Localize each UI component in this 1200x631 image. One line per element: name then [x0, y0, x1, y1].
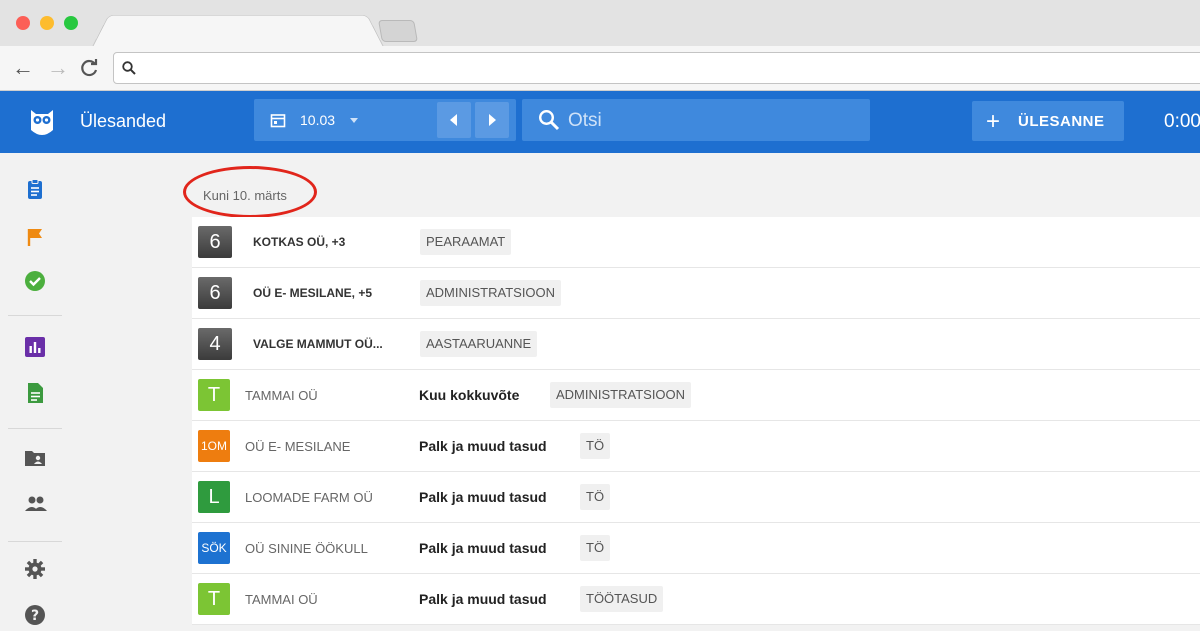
client-avatar-badge: 1OM — [198, 430, 230, 462]
task-row[interactable]: SÖK OÜ SININE ÖÖKULL Palk ja muud tasud … — [192, 523, 1200, 574]
chevron-right-icon — [489, 114, 496, 126]
client-avatar-badge: SÖK — [198, 532, 230, 564]
task-title: Palk ja muud tasud — [419, 540, 547, 556]
client-avatar-badge: T — [198, 583, 230, 615]
task-count-badge: 6 — [198, 226, 232, 258]
task-row[interactable]: 1OM OÜ E- MESILANE Palk ja muud tasud TÖ — [192, 421, 1200, 472]
bar-chart-icon[interactable] — [24, 336, 46, 358]
timer[interactable]: 0:00 — [1164, 111, 1200, 133]
task-category-tag[interactable]: PEARAAMAT — [420, 229, 512, 255]
task-category-tag[interactable]: ADMINISTRATSIOON — [420, 280, 562, 306]
sidebar-divider — [8, 541, 62, 542]
previous-date-button[interactable] — [437, 102, 471, 138]
flag-icon[interactable] — [24, 226, 46, 248]
people-icon[interactable] — [24, 493, 47, 515]
close-window-button[interactable] — [16, 16, 30, 30]
next-date-button[interactable] — [475, 102, 509, 138]
task-row[interactable]: 6 OÜ E- MESILANE, +5 ADMINISTRATSIOON — [192, 268, 1200, 319]
search-placeholder: Otsi — [568, 110, 602, 131]
help-icon[interactable]: ? — [24, 604, 46, 626]
task-title: Kuu kokkuvõte — [419, 387, 520, 403]
forward-arrow-icon[interactable]: → — [47, 57, 69, 79]
reload-icon[interactable] — [80, 58, 100, 83]
client-name: OÜ SININE ÖÖKULL — [245, 541, 368, 556]
sidebar-divider — [8, 428, 62, 429]
task-title: Palk ja muud tasud — [419, 489, 547, 505]
gear-icon[interactable] — [24, 558, 46, 580]
check-circle-icon[interactable] — [24, 270, 46, 292]
search-icon — [538, 109, 560, 136]
chevron-down-icon — [348, 113, 360, 131]
client-name: KOTKAS OÜ, +3 — [253, 235, 346, 249]
task-row[interactable]: T TAMMAI OÜ Kuu kokkuvõte ADMINISTRATSIO… — [192, 370, 1200, 421]
minimize-window-button[interactable] — [40, 16, 54, 30]
search-icon — [122, 61, 136, 80]
browser-tab[interactable] — [92, 14, 384, 47]
client-name: OÜ E- MESILANE, +5 — [253, 286, 373, 300]
plus-icon: + — [986, 108, 1001, 135]
task-category-tag[interactable]: TÖÖTASUD — [580, 586, 664, 612]
document-icon[interactable] — [24, 382, 46, 404]
back-arrow-icon[interactable]: ← — [12, 57, 34, 79]
client-name: LOOMADE FARM OÜ — [245, 490, 373, 505]
client-avatar-badge: T — [198, 379, 230, 411]
client-avatar-badge: L — [198, 481, 230, 513]
task-category-tag[interactable]: AASTAARUANNE — [420, 331, 538, 357]
new-tab-button[interactable] — [378, 20, 418, 42]
task-row[interactable]: 6 KOTKAS OÜ, +3 PEARAAMAT — [192, 217, 1200, 268]
task-category-tag[interactable]: TÖ — [580, 484, 611, 510]
task-title: Palk ja muud tasud — [419, 438, 547, 454]
task-count-badge: 4 — [198, 328, 232, 360]
task-category-tag[interactable]: ADMINISTRATSIOON — [550, 382, 692, 408]
client-name: TAMMAI OÜ — [245, 388, 318, 403]
zoom-window-button[interactable] — [64, 16, 78, 30]
app-title: Ülesanded — [80, 111, 167, 131]
svg-text:?: ? — [31, 608, 39, 624]
task-row[interactable]: L LOOMADE FARM OÜ Palk ja muud tasud TÖ — [192, 472, 1200, 523]
date-label: 10.03 — [300, 112, 336, 128]
task-category-tag[interactable]: TÖ — [580, 433, 611, 459]
task-count-badge: 6 — [198, 277, 232, 309]
add-task-button[interactable]: + ÜLESANNE — [972, 101, 1124, 141]
client-name: VALGE MAMMUT OÜ... — [253, 337, 383, 351]
sidebar-divider — [8, 315, 62, 316]
calendar-icon — [270, 112, 286, 133]
clipboard-icon[interactable] — [24, 178, 46, 200]
client-name: OÜ E- MESILANE — [245, 439, 351, 454]
client-name: TAMMAI OÜ — [245, 592, 318, 607]
task-title: Palk ja muud tasud — [419, 591, 547, 607]
folder-person-icon[interactable] — [24, 447, 46, 469]
address-bar[interactable] — [113, 52, 1200, 84]
chevron-left-icon — [450, 114, 457, 126]
task-category-tag[interactable]: TÖ — [580, 535, 611, 561]
task-row[interactable]: 4 VALGE MAMMUT OÜ... AASTAARUANNE — [192, 319, 1200, 370]
highlight-circle — [183, 166, 317, 218]
task-row[interactable]: T TAMMAI OÜ Palk ja muud tasud TÖÖTASUD — [192, 574, 1200, 625]
task-list: 6 KOTKAS OÜ, +3 PEARAAMAT 6 OÜ E- MESILA… — [192, 217, 1200, 625]
owl-logo-icon[interactable] — [28, 104, 56, 143]
add-task-label: ÜLESANNE — [1018, 113, 1105, 130]
sidebar: ? — [0, 153, 70, 628]
